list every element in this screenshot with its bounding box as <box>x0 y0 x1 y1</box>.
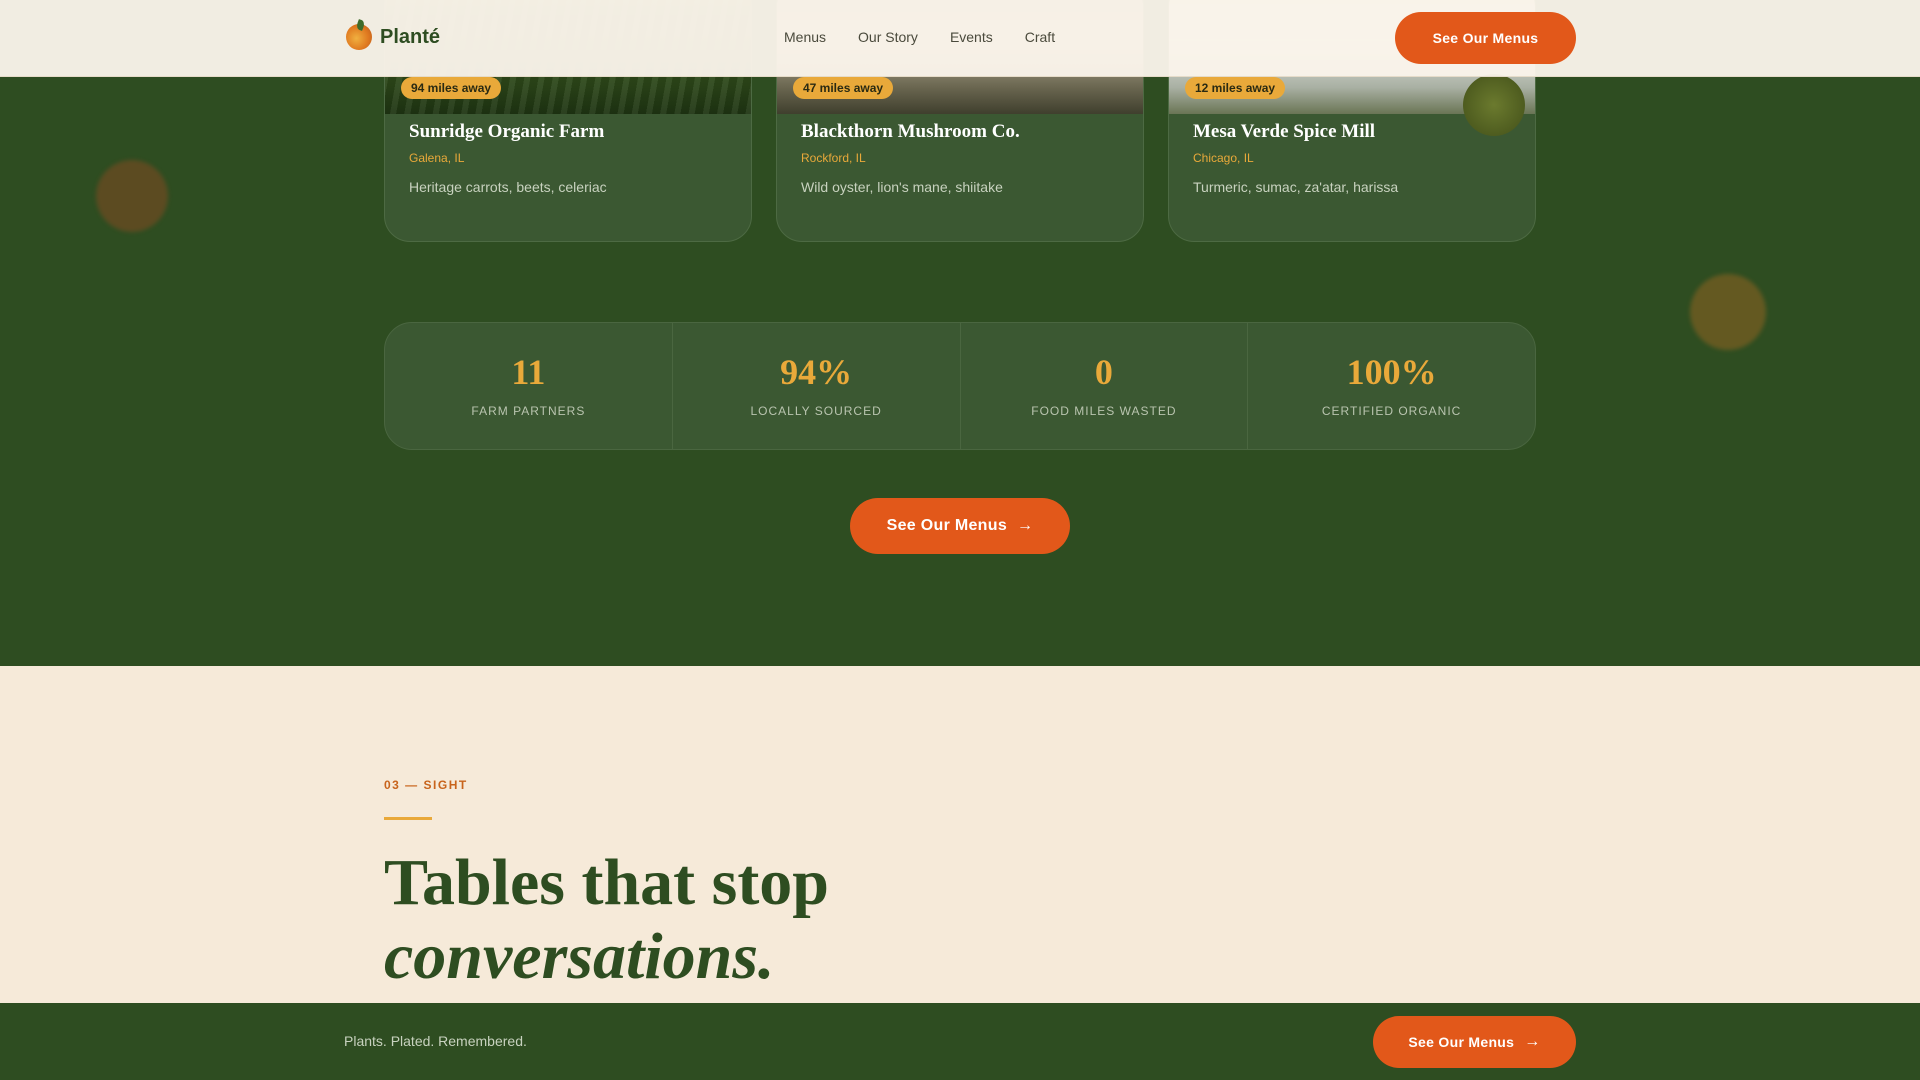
stat-label: LOCALLY SOURCED <box>750 404 882 418</box>
farm-location: Rockford, IL <box>801 151 866 165</box>
button-label: See Our Menus <box>1408 1034 1515 1050</box>
section-eyebrow: 03 — SIGHT <box>384 778 468 792</box>
orange-leaf-icon <box>346 24 372 50</box>
see-menus-button[interactable]: See Our Menus → <box>850 498 1070 554</box>
logo[interactable]: Planté <box>346 24 440 50</box>
farm-name: Mesa Verde Spice Mill <box>1193 121 1376 142</box>
footer-tagline: Plants. Plated. Remembered. <box>344 1033 527 1049</box>
stat-label: FARM PARTNERS <box>471 404 586 418</box>
logo-text: Planté <box>380 25 441 48</box>
distance-badge: 94 miles away <box>401 77 502 99</box>
arrow-right-icon: → <box>1017 517 1034 534</box>
farm-produce: Turmeric, sumac, za'atar, harissa <box>1193 179 1399 195</box>
farm-produce: Heritage carrots, beets, celeriac <box>409 179 607 195</box>
stat-value: 0 <box>1094 352 1113 392</box>
farm-produce: Wild oyster, lion's mane, shiitake <box>801 179 1003 195</box>
distance-badge: 47 miles away <box>793 77 894 99</box>
decorative-blob <box>96 160 168 232</box>
farm-location: Chicago, IL <box>1193 151 1254 165</box>
sticky-footer-bar: Plants. Plated. Remembered. See Our Menu… <box>0 1003 1920 1080</box>
footer-see-menus-button[interactable]: See Our Menus → <box>1373 1016 1576 1068</box>
headline-line-2: conversations. <box>384 920 775 993</box>
stat-locally-sourced: 94% LOCALLY SOURCED <box>673 323 961 449</box>
stat-label: FOOD MILES WASTED <box>1031 404 1177 418</box>
farm-location: Galena, IL <box>409 151 465 165</box>
farm-name: Blackthorn Mushroom Co. <box>801 121 1020 142</box>
button-label: See Our Menus <box>886 517 1008 534</box>
farm-name: Sunridge Organic Farm <box>409 121 605 142</box>
header-see-menus-button[interactable]: See Our Menus <box>1395 12 1576 64</box>
stats-panel: 11 FARM PARTNERS 94% LOCALLY SOURCED 0 F… <box>384 322 1536 450</box>
farm-partners-section: 94 miles away Sunridge Organic Farm Gale… <box>0 0 1920 666</box>
section-headline: Tables that stop conversations. <box>384 846 829 994</box>
stat-value: 11 <box>511 352 546 392</box>
nav-events[interactable]: Events <box>950 29 993 45</box>
decorative-blob <box>1690 274 1766 350</box>
stat-value: 100% <box>1346 352 1437 392</box>
distance-badge: 12 miles away <box>1185 77 1286 99</box>
stat-label: CERTIFIED ORGANIC <box>1321 404 1462 418</box>
nav-our-story[interactable]: Our Story <box>858 29 918 45</box>
nav-craft[interactable]: Craft <box>1025 29 1055 45</box>
stat-farm-partners: 11 FARM PARTNERS <box>385 323 673 449</box>
stat-certified-organic: 100% CERTIFIED ORGANIC <box>1248 323 1535 449</box>
stat-value: 94% <box>780 352 853 392</box>
headline-line-1: Tables that stop <box>384 846 830 919</box>
eyebrow-divider <box>384 817 432 820</box>
site-header: Planté Menus Our Story Events Craft See … <box>0 0 1920 77</box>
nav-menus[interactable]: Menus <box>784 29 826 45</box>
main-nav: Menus Our Story Events Craft <box>784 29 1055 45</box>
arrow-right-icon: → <box>1524 1033 1541 1050</box>
stat-food-miles: 0 FOOD MILES WASTED <box>961 323 1249 449</box>
